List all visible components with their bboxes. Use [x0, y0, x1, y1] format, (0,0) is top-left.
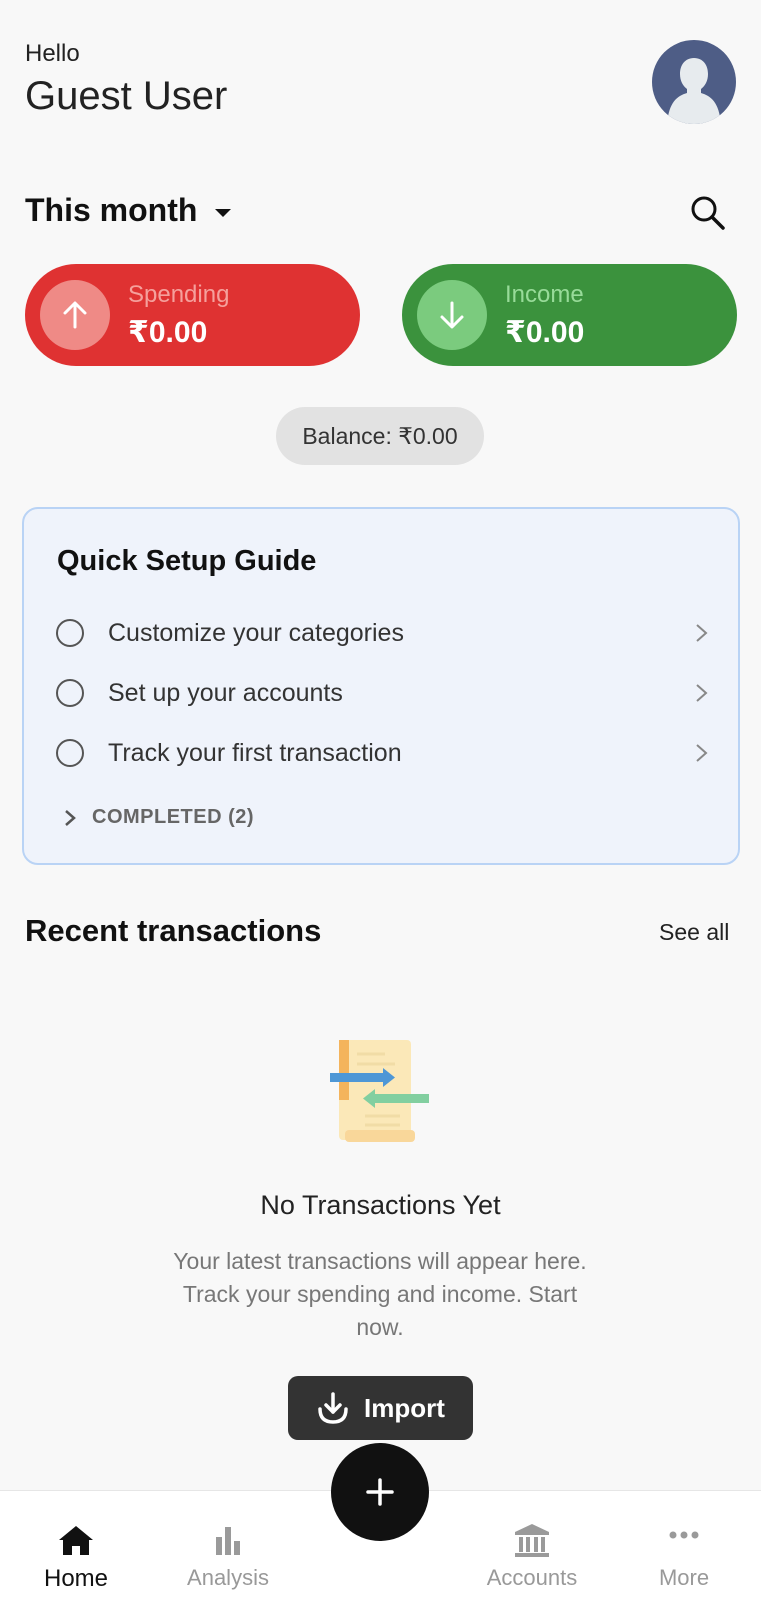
chevron-right-icon: [696, 684, 708, 702]
plus-icon: [366, 1478, 394, 1506]
avatar[interactable]: [652, 40, 736, 124]
arrow-down-icon: [440, 301, 464, 329]
see-all-link[interactable]: See all: [659, 919, 729, 946]
income-amount: ₹0.00: [505, 315, 585, 349]
spending-label: Spending: [128, 280, 230, 308]
bank-icon: [515, 1524, 549, 1557]
more-dots-icon: [669, 1531, 699, 1539]
spending-amount: ₹0.00: [128, 315, 208, 349]
nav-item-accounts[interactable]: Accounts: [456, 1491, 608, 1600]
empty-state-description: Your latest transactions will appear her…: [173, 1248, 587, 1340]
user-avatar-icon: [667, 58, 721, 124]
user-name: Guest User: [25, 74, 228, 118]
nav-label-accounts: Accounts: [486, 1565, 578, 1590]
nav-label-home: Home: [43, 1565, 109, 1592]
nav-item-home[interactable]: Home: [0, 1491, 152, 1600]
chevron-right-icon: [65, 809, 76, 826]
greeting-block: Hello Guest User: [25, 40, 227, 119]
setup-step-categories[interactable]: Customize your categories: [56, 613, 711, 653]
bar-chart-icon: [216, 1527, 240, 1555]
chevron-right-icon: [696, 624, 708, 642]
completed-toggle[interactable]: COMPLETED (2): [62, 806, 254, 829]
setup-step-label: Track your first transaction: [108, 738, 402, 767]
nav-label-more: More: [658, 1565, 710, 1590]
home-icon: [59, 1526, 93, 1555]
income-card[interactable]: Income ₹0.00: [402, 264, 737, 366]
completed-label: COMPLETED (2): [92, 806, 255, 828]
spending-card[interactable]: Spending ₹0.00: [25, 264, 360, 366]
period-label: This month: [25, 192, 198, 228]
nav-item-analysis[interactable]: Analysis: [152, 1491, 304, 1600]
transactions-illustration-icon: [330, 1040, 429, 1142]
income-icon-circle: [417, 280, 487, 350]
balance-chip: Balance: ₹0.00: [276, 407, 484, 465]
unchecked-circle-icon: [56, 739, 84, 767]
unchecked-circle-icon: [56, 619, 84, 647]
setup-step-label: Set up your accounts: [108, 678, 343, 707]
income-label: Income: [505, 280, 584, 308]
empty-state-title: No Transactions Yet: [260, 1190, 501, 1220]
add-transaction-button[interactable]: [331, 1443, 429, 1541]
recent-transactions-title: Recent transactions: [25, 913, 322, 948]
download-icon: [318, 1392, 348, 1424]
search-icon: [691, 196, 725, 230]
arrow-up-icon: [63, 301, 87, 329]
setup-step-label: Customize your categories: [108, 618, 404, 647]
guide-title: Quick Setup Guide: [57, 545, 317, 577]
quick-setup-guide: Quick Setup Guide Customize your categor…: [22, 507, 740, 865]
import-button[interactable]: Import: [288, 1376, 473, 1440]
unchecked-circle-icon: [56, 679, 84, 707]
search-button[interactable]: [688, 193, 728, 233]
chevron-right-icon: [696, 744, 708, 762]
setup-step-accounts[interactable]: Set up your accounts: [56, 673, 711, 713]
period-selector[interactable]: This month: [25, 192, 232, 229]
nav-item-more[interactable]: More: [608, 1491, 760, 1600]
nav-label-analysis: Analysis: [187, 1565, 269, 1590]
greeting-text: Hello: [25, 40, 80, 67]
import-label: Import: [364, 1392, 445, 1423]
caret-down-icon: [215, 208, 232, 217]
setup-step-transaction[interactable]: Track your first transaction: [56, 733, 711, 773]
spending-icon-circle: [40, 280, 110, 350]
